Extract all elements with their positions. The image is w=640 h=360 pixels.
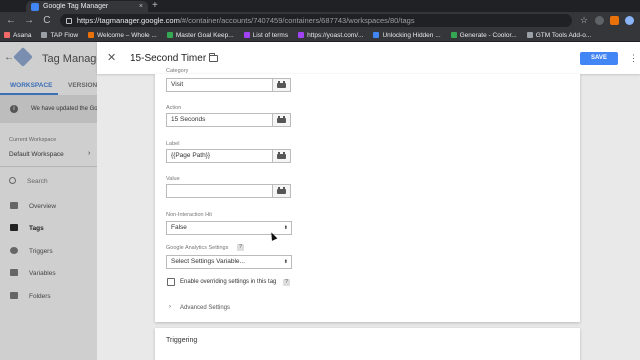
- ga-settings-label: Google Analytics Settings: [166, 245, 229, 251]
- folder-icon[interactable]: [209, 53, 218, 62]
- advanced-settings-toggle[interactable]: Advanced Settings: [180, 305, 230, 311]
- variable-brick-icon: [277, 152, 286, 159]
- chevron-right-icon[interactable]: ›: [88, 150, 90, 157]
- bookmark[interactable]: Asana: [4, 32, 31, 39]
- bookmark[interactable]: TAP Flow: [41, 32, 78, 39]
- sidebar-item-label: Overview: [29, 203, 57, 210]
- current-workspace-label: Current Workspace: [9, 137, 57, 143]
- bookmark-favicon-icon: [166, 32, 173, 38]
- variable-picker-button[interactable]: [273, 78, 291, 92]
- tag-icon: [10, 224, 18, 231]
- avatar[interactable]: [625, 16, 634, 25]
- bookmark[interactable]: Welcome – Whole ...: [88, 32, 157, 39]
- forward-button[interactable]: →: [24, 15, 34, 26]
- variable-brick-icon: [277, 81, 286, 88]
- ga-settings-value: Select Settings Variable...: [171, 258, 245, 265]
- bookmark-favicon-icon: [298, 32, 305, 38]
- override-settings-label: Enable overriding settings in this tag: [180, 279, 277, 285]
- extension-icon[interactable]: [610, 16, 619, 25]
- override-settings-checkbox[interactable]: [167, 278, 175, 286]
- bookmarks-bar: Asana TAP Flow Welcome – Whole ... Maste…: [0, 29, 640, 42]
- address-bar[interactable]: https://tagmanager.google.com/#/containe…: [59, 14, 572, 27]
- gtm-app-title: Tag Manage: [42, 53, 103, 65]
- tab-title: Google Tag Manager: [43, 3, 109, 10]
- gtm-back-icon[interactable]: ←: [4, 52, 14, 63]
- chevron-right-icon[interactable]: ›: [169, 304, 171, 310]
- bookmark-favicon-icon: [450, 32, 457, 38]
- gtm-favicon-icon: [31, 2, 39, 11]
- overview-icon: [10, 202, 18, 209]
- action-field[interactable]: 15 Seconds: [166, 113, 273, 127]
- variable-brick-icon: [277, 116, 286, 123]
- variable-brick-icon: [277, 187, 286, 194]
- toolbar-icons: ☆: [580, 16, 634, 25]
- sidebar-item-label: Folders: [29, 293, 51, 300]
- reload-button[interactable]: C: [42, 15, 52, 26]
- sidebar-item-folders[interactable]: Folders: [0, 288, 97, 306]
- tag-name-title[interactable]: 15-Second Timer: [130, 53, 206, 64]
- new-tab-button[interactable]: +: [152, 0, 158, 12]
- bookmark-favicon-icon: [41, 32, 48, 38]
- bookmark-favicon-icon: [243, 32, 250, 38]
- help-icon[interactable]: ?: [237, 244, 244, 251]
- variable-picker-button[interactable]: [273, 149, 291, 163]
- sidebar-item-overview[interactable]: Overview: [0, 198, 97, 216]
- select-arrows-icon: ⬍: [283, 259, 288, 265]
- triggering-card[interactable]: [155, 328, 580, 360]
- value-field[interactable]: [166, 184, 273, 198]
- sidebar-item-tags[interactable]: Tags: [0, 220, 97, 238]
- sidebar-item-variables[interactable]: Variables: [0, 265, 97, 283]
- category-field[interactable]: Visit: [166, 78, 273, 92]
- folder-icon: [10, 292, 18, 299]
- bookmark[interactable]: https://yoast.com/...: [298, 32, 363, 39]
- variable-picker-button[interactable]: [273, 113, 291, 127]
- bookmark-favicon-icon: [373, 32, 380, 38]
- sidebar-item-label: Variables: [29, 270, 56, 277]
- select-arrows-icon: ⬍: [283, 225, 288, 231]
- browser-toolbar: ← → C https://tagmanager.google.com/#/co…: [0, 12, 640, 29]
- non-interaction-value: False: [171, 224, 187, 231]
- ga-settings-select[interactable]: Select Settings Variable... ⬍: [166, 255, 292, 269]
- help-icon[interactable]: ?: [283, 279, 290, 286]
- bookmark-favicon-icon: [526, 32, 533, 38]
- tab-workspace[interactable]: WORKSPACE: [10, 82, 53, 89]
- sidebar-item-triggers[interactable]: Triggers: [0, 243, 97, 261]
- bookmark-favicon-icon: [4, 32, 10, 38]
- value-label: Value: [166, 176, 180, 182]
- bookmark[interactable]: GTM Tools Add-o...: [526, 32, 591, 39]
- non-interaction-label: Non-Interaction Hit: [166, 212, 212, 218]
- sidebar-item-label: Tags: [29, 225, 44, 232]
- url-text: https://tagmanager.google.com/#/containe…: [76, 16, 415, 25]
- close-icon[interactable]: ✕: [107, 52, 116, 64]
- bookmark[interactable]: Master Goal Keep...: [166, 32, 234, 39]
- variable-icon: [10, 269, 18, 276]
- bookmark-favicon-icon: [88, 32, 95, 38]
- label-label: Label: [166, 141, 180, 147]
- search-input[interactable]: Search: [27, 178, 48, 185]
- bookmark[interactable]: Unlocking Hidden ...: [373, 32, 441, 39]
- bookmark[interactable]: Generate - Coolor...: [450, 32, 517, 39]
- variable-picker-button[interactable]: [273, 184, 291, 198]
- sidebar: [0, 123, 97, 360]
- search-icon: [9, 177, 16, 184]
- back-button[interactable]: ←: [6, 15, 16, 26]
- save-button[interactable]: SAVE: [580, 52, 618, 65]
- browser-tab[interactable]: Google Tag Manager ×: [26, 1, 148, 12]
- trigger-icon: [10, 247, 18, 254]
- triggering-title: Triggering: [166, 337, 198, 344]
- sidebar-item-label: Triggers: [29, 248, 53, 255]
- bookmark-star-icon[interactable]: ☆: [580, 16, 589, 25]
- divider: [0, 166, 97, 167]
- info-icon: i: [10, 105, 18, 113]
- extension-icon[interactable]: [595, 16, 604, 25]
- action-label: Action: [166, 105, 182, 111]
- more-options-icon[interactable]: ⋮: [629, 53, 638, 63]
- update-notice-text: We have updated the Go: [31, 106, 98, 112]
- label-field[interactable]: {{Page Path}}: [166, 149, 273, 163]
- category-label: Category: [166, 68, 189, 74]
- tab-close-icon[interactable]: ×: [139, 3, 143, 10]
- current-workspace-selector[interactable]: Default Workspace: [9, 151, 64, 158]
- bookmark[interactable]: List of terms: [243, 32, 288, 39]
- lock-icon: [65, 17, 72, 24]
